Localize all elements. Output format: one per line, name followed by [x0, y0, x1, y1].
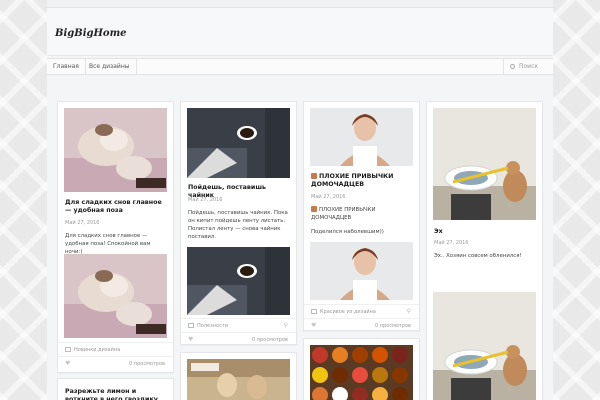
post-excerpt: Для сладких снов главное — удобная поза!… [65, 233, 151, 255]
post-views: 0 просмотров [252, 337, 288, 343]
post-views: 0 просмотров [129, 361, 165, 367]
post-card[interactable] [303, 338, 420, 400]
post-image-dog[interactable] [64, 254, 167, 338]
post-image-coffee[interactable] [187, 108, 290, 178]
house-icon [311, 173, 317, 179]
post-date: Май 27, 2016 [434, 240, 469, 246]
post-category-row: Новинки дизайна [58, 342, 173, 356]
post-card[interactable]: ПЛОХИЕ ПРИВЫЧКИ ДОМОЧАДЦЕВ Май 27, 2016 … [303, 101, 420, 331]
site-logo[interactable]: BigBigHome [55, 28, 127, 39]
house-icon [311, 206, 317, 212]
post-excerpt-2: Поделился наболевшим)) [311, 229, 384, 235]
post-title[interactable]: Для сладких снов главное — удобная поза [65, 199, 168, 215]
folder-icon [65, 347, 71, 352]
nav-item-home[interactable]: Главная [47, 59, 86, 74]
search-input[interactable]: Поиск [503, 59, 553, 74]
post-image-woman[interactable] [310, 108, 413, 166]
post-image-woman[interactable] [310, 242, 413, 300]
post-category-row: Полезности ⚲ [181, 318, 296, 332]
post-excerpt: ПЛОХИЕ ПРИВЫЧКИ ДОМОЧАДЦЕВ [311, 206, 376, 221]
post-date: Май 27, 2016 [65, 220, 100, 226]
post-card[interactable]: Разрежьте лимон и воткните в него гвозди… [57, 378, 174, 400]
heart-icon[interactable]: ♥ [188, 336, 193, 343]
top-strip [47, 0, 553, 8]
post-date: Май 27, 2016 [188, 197, 223, 203]
post-image-dog[interactable] [64, 108, 167, 192]
post-image-vintage[interactable] [187, 359, 290, 400]
post-stats-row: ♥ 0 просмотров [304, 318, 419, 330]
post-excerpt: Пойдешь, поставишь чайник. Пока он кипит… [188, 210, 288, 240]
post-excerpt: Эх.. Хозяин совсем обленился! [434, 253, 522, 259]
post-date: Май 27, 2016 [311, 194, 346, 200]
post-category-row: Красивое из дизайна ⚲ [304, 304, 419, 318]
nav-item-all-designs[interactable]: Все дизайны [83, 59, 137, 74]
post-stats-row: ♥ 0 просмотров [181, 332, 296, 344]
link-icon[interactable]: ⚲ [407, 308, 411, 315]
post-category[interactable]: Полезности [197, 323, 228, 329]
post-title[interactable]: Разрежьте лимон и воткните в него гвозди… [65, 388, 168, 400]
post-image-cat-toilet[interactable] [433, 292, 536, 400]
search-placeholder: Поиск [519, 63, 539, 70]
site-header: BigBigHome [47, 8, 553, 56]
post-views: 0 просмотров [375, 323, 411, 329]
post-card[interactable] [180, 352, 297, 400]
post-image-coffee[interactable] [187, 247, 290, 315]
heart-icon[interactable]: ♥ [65, 360, 70, 367]
post-image-spices[interactable] [310, 345, 413, 400]
post-category[interactable]: Красивое из дизайна [320, 309, 376, 315]
post-card[interactable]: Пойдешь, поставишь чайник Май 27, 2016 П… [180, 101, 297, 345]
heart-icon[interactable]: ♥ [311, 322, 316, 329]
post-image-cat-toilet[interactable] [433, 108, 536, 220]
post-card[interactable]: Для сладких снов главное — удобная поза … [57, 101, 174, 373]
link-icon[interactable]: ⚲ [284, 322, 288, 329]
site-container: BigBigHome Главная Все дизайны Поиск Для… [47, 0, 553, 400]
post-stats-row: ♥ 0 просмотров [58, 356, 173, 370]
search-icon [510, 64, 515, 69]
main-nav: Главная Все дизайны Поиск [47, 58, 553, 75]
post-card[interactable]: Эх Май 27, 2016 Эх.. Хозяин совсем облен… [426, 101, 543, 400]
post-category[interactable]: Новинки дизайна [74, 347, 120, 353]
post-title[interactable]: ПЛОХИЕ ПРИВЫЧКИ ДОМОЧАДЦЕВ [311, 173, 414, 189]
post-title[interactable]: Эх [434, 228, 537, 236]
folder-icon [188, 323, 194, 328]
folder-icon [311, 309, 317, 314]
